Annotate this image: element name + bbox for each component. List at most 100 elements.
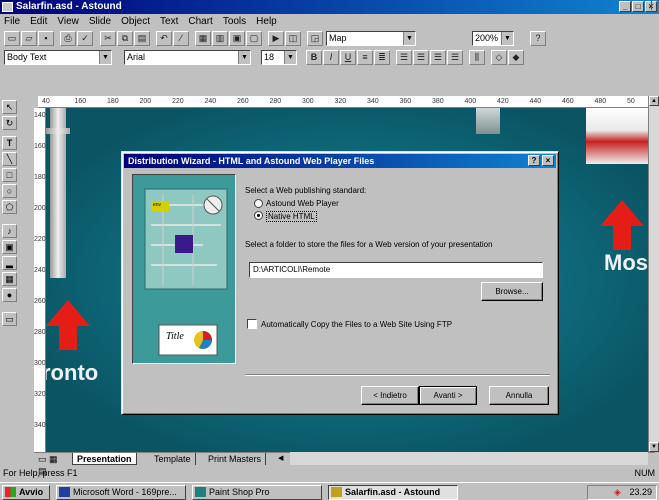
astound-web-player-radio[interactable] (254, 199, 263, 208)
window-title-bar[interactable]: Salarfin.asd - Astound _ □ × (0, 0, 659, 14)
numbered-list-icon[interactable]: ≣ (374, 50, 390, 65)
line-tool-icon[interactable]: ╲ (2, 152, 17, 166)
menu-edit[interactable]: Edit (30, 14, 47, 29)
color-tool-icon[interactable]: ● (2, 288, 17, 302)
ftp-checkbox-label[interactable]: Automatically Copy the Files to a Web Si… (261, 320, 452, 329)
increase-indent-icon[interactable]: ◆ (508, 50, 524, 65)
dialog-close-button[interactable]: × (542, 155, 554, 166)
polygon-tool-icon[interactable]: ⬠ (2, 200, 17, 214)
native-html-label[interactable]: Native HTML (266, 211, 317, 222)
context-help-icon[interactable]: ? (530, 31, 546, 46)
city-label-left[interactable]: ronto (46, 360, 98, 386)
menu-file[interactable]: File (4, 14, 20, 29)
notes-view-icon[interactable]: ▢ (246, 31, 262, 46)
dialog-title-bar[interactable]: Distribution Wizard - HTML and Astound W… (124, 154, 556, 168)
back-button[interactable]: < Indietro (361, 386, 419, 405)
tab-presentation[interactable]: Presentation (72, 453, 137, 465)
pointer-tool-icon[interactable]: ↖ (2, 100, 17, 114)
vertical-scrollbar[interactable]: ▲ ▼ (648, 96, 659, 452)
taskbar-item-paintshop[interactable]: Paint Shop Pro (192, 485, 322, 500)
dialog-separator (245, 374, 550, 376)
format-painter-icon[interactable]: ⁄ (173, 31, 189, 46)
open-folder-icon[interactable]: ▱ (21, 31, 37, 46)
menu-chart[interactable]: Chart (188, 14, 212, 29)
slide-show-icon[interactable]: ◫ (285, 31, 301, 46)
play-icon[interactable]: ▶ (268, 31, 284, 46)
justify-icon[interactable]: ☰ (447, 50, 463, 65)
font-combo[interactable]: Arial ▼ (124, 50, 251, 65)
ruler-tick-label: 320 (334, 98, 347, 105)
sorter-view-icon[interactable]: ▣ (229, 31, 245, 46)
menu-slide[interactable]: Slide (89, 14, 111, 29)
maximize-button[interactable]: □ (632, 1, 644, 12)
zoom-combo[interactable]: 200% ▼ (472, 31, 514, 46)
ruler-tick-label: 400 (464, 98, 477, 105)
native-html-radio[interactable] (254, 211, 263, 220)
folder-path-field[interactable]: D:\ARTICOLI\Remote (249, 262, 543, 278)
scroll-down-icon[interactable]: ▼ (649, 442, 659, 452)
red-arrow-right-stem (613, 226, 631, 250)
slide-view-icon[interactable]: ▦ (195, 31, 211, 46)
tab-template[interactable]: Template (150, 453, 196, 465)
button-tool-icon[interactable]: ▭ (2, 312, 17, 326)
align-left-icon[interactable]: ☰ (396, 50, 412, 65)
chevron-down-icon[interactable]: ▼ (284, 51, 296, 64)
text-tool-icon[interactable]: T (2, 136, 17, 150)
menu-view[interactable]: View (57, 14, 79, 29)
print-icon[interactable]: ⎙ (60, 31, 76, 46)
next-button[interactable]: Avanti > (419, 386, 477, 405)
spell-check-icon[interactable]: ✓ (77, 31, 93, 46)
taskbar-item-astound[interactable]: Salarfin.asd - Astound (328, 485, 458, 500)
save-icon[interactable]: ▪ (38, 31, 54, 46)
size-combo[interactable]: 18 ▼ (261, 50, 297, 65)
table-tool-icon[interactable]: ▦ (2, 272, 17, 286)
view-combo[interactable]: Map ▼ (326, 31, 416, 46)
tab-print-masters[interactable]: Print Masters (204, 453, 267, 465)
cut-icon[interactable]: ✂ (100, 31, 116, 46)
style-combo[interactable]: Body Text ▼ (4, 50, 112, 65)
sound-tool-icon[interactable]: ♪ (2, 224, 17, 238)
browse-button[interactable]: Browse... (481, 282, 543, 301)
chevron-down-icon[interactable]: ▼ (403, 32, 415, 45)
menu-object[interactable]: Object (121, 14, 150, 29)
image-icon[interactable]: ◲ (307, 31, 323, 46)
start-button[interactable]: Avvio (2, 485, 50, 500)
italic-button[interactable]: I (323, 50, 339, 65)
menu-text[interactable]: Text (160, 14, 178, 29)
kremlin-image (586, 108, 655, 164)
chart-tool-icon[interactable]: ▂ (2, 256, 17, 270)
minimize-button[interactable]: _ (619, 1, 631, 12)
menu-tools[interactable]: Tools (223, 14, 246, 29)
bullet-list-icon[interactable]: ≡ (357, 50, 373, 65)
scroll-up-icon[interactable]: ▲ (649, 96, 659, 106)
taskbar-item-word[interactable]: Microsoft Word - 169pre... (56, 485, 186, 500)
tab-scroll-icon[interactable]: ◀ (274, 453, 287, 465)
app-icon[interactable] (2, 2, 13, 12)
chevron-down-icon[interactable]: ▼ (501, 32, 513, 45)
bold-button[interactable]: B (306, 50, 322, 65)
view-mode-icons[interactable]: ▭ ▦ ▤ (34, 453, 72, 476)
ftp-checkbox[interactable] (247, 319, 257, 329)
ellipse-tool-icon[interactable]: ○ (2, 184, 17, 198)
horizontal-scrollbar[interactable] (290, 452, 648, 465)
copy-icon[interactable]: ⧉ (117, 31, 133, 46)
speaker-icon[interactable]: ◈ (614, 487, 621, 497)
astound-web-player-label[interactable]: Astound Web Player (266, 199, 339, 208)
menu-help[interactable]: Help (256, 14, 277, 29)
align-center-icon[interactable]: ☰ (413, 50, 429, 65)
new-file-icon[interactable]: ▭ (4, 31, 20, 46)
decrease-indent-icon[interactable]: ◇ (491, 50, 507, 65)
chevron-down-icon[interactable]: ▼ (99, 51, 111, 64)
underline-button[interactable]: U (340, 50, 356, 65)
cancel-button[interactable]: Annulla (489, 386, 549, 405)
rotate-tool-icon[interactable]: ↻ (2, 116, 17, 130)
columns-icon[interactable]: ⫼ (469, 50, 485, 65)
dialog-help-button[interactable]: ? (528, 155, 540, 166)
movie-tool-icon[interactable]: ▣ (2, 240, 17, 254)
align-right-icon[interactable]: ☰ (430, 50, 446, 65)
chevron-down-icon[interactable]: ▼ (238, 51, 250, 64)
paste-icon[interactable]: ▤ (134, 31, 150, 46)
undo-icon[interactable]: ↶ (156, 31, 172, 46)
rectangle-tool-icon[interactable]: □ (2, 168, 17, 182)
outline-view-icon[interactable]: ▥ (212, 31, 228, 46)
